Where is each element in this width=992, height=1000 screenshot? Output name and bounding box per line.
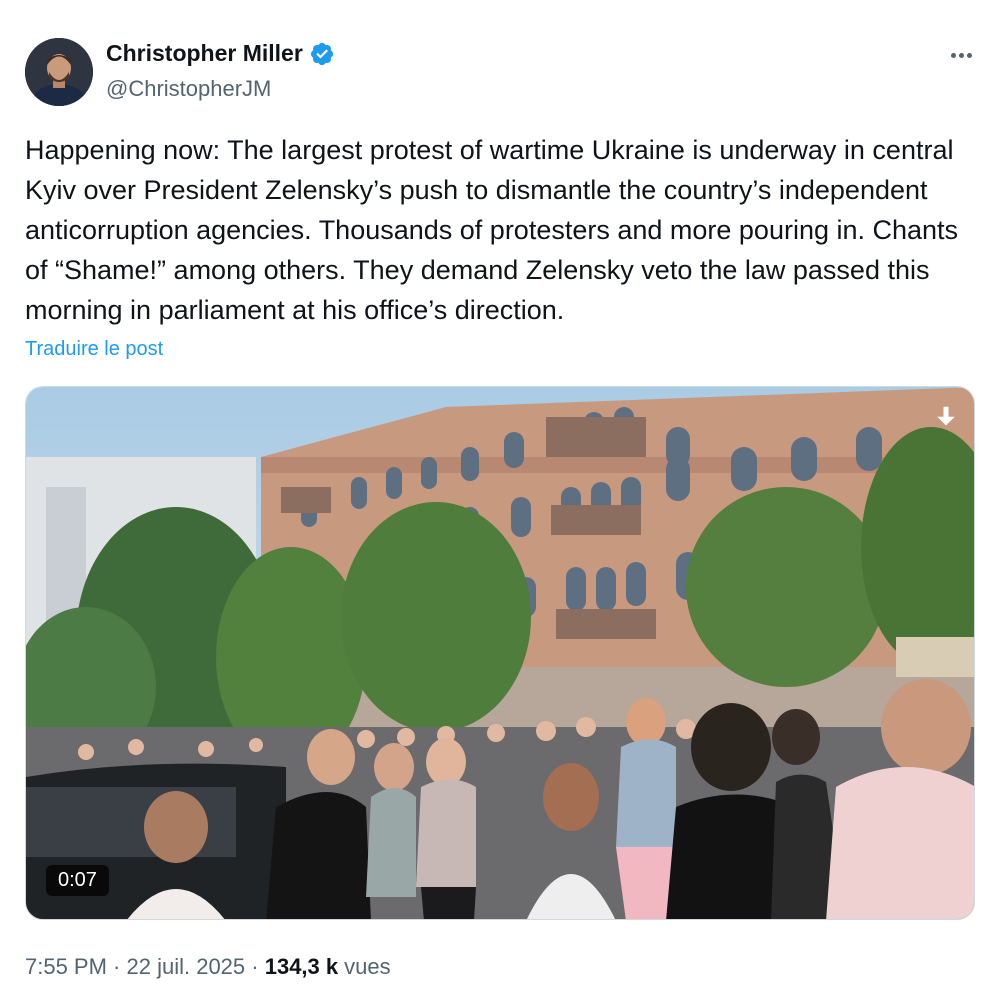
more-horizontal-icon [950,52,956,58]
author-handle[interactable]: @ChristopherJM [106,76,271,102]
video-duration-badge: 0:07 [46,865,109,896]
views-count: 134,3 k [264,954,339,979]
download-arrow-icon[interactable] [931,403,961,433]
meta-separator: · [106,954,127,979]
tweet-time[interactable]: 7:55 PM [25,954,107,980]
video-player[interactable]: 0:07 [25,386,975,920]
tweet-meta: 7:55 PM · 22 juil. 2025 · 134,3 k vues [25,954,391,980]
verified-badge-icon [309,41,335,67]
author-name[interactable]: Christopher Miller [106,40,335,67]
more-horizontal-icon [966,52,972,58]
tweet-date[interactable]: 22 juil. 2025 [127,954,246,980]
video-frame [26,387,974,919]
author-name-text: Christopher Miller [106,40,303,66]
tweet-text: Happening now: The largest protest of wa… [25,135,959,325]
more-options-button[interactable] [944,38,978,72]
translate-post-link[interactable]: Traduire le post [25,338,163,361]
avatar-image [25,38,93,106]
more-horizontal-icon [958,52,964,58]
avatar[interactable] [25,38,93,106]
views-label: vues [344,954,391,979]
meta-separator: · [245,954,265,979]
